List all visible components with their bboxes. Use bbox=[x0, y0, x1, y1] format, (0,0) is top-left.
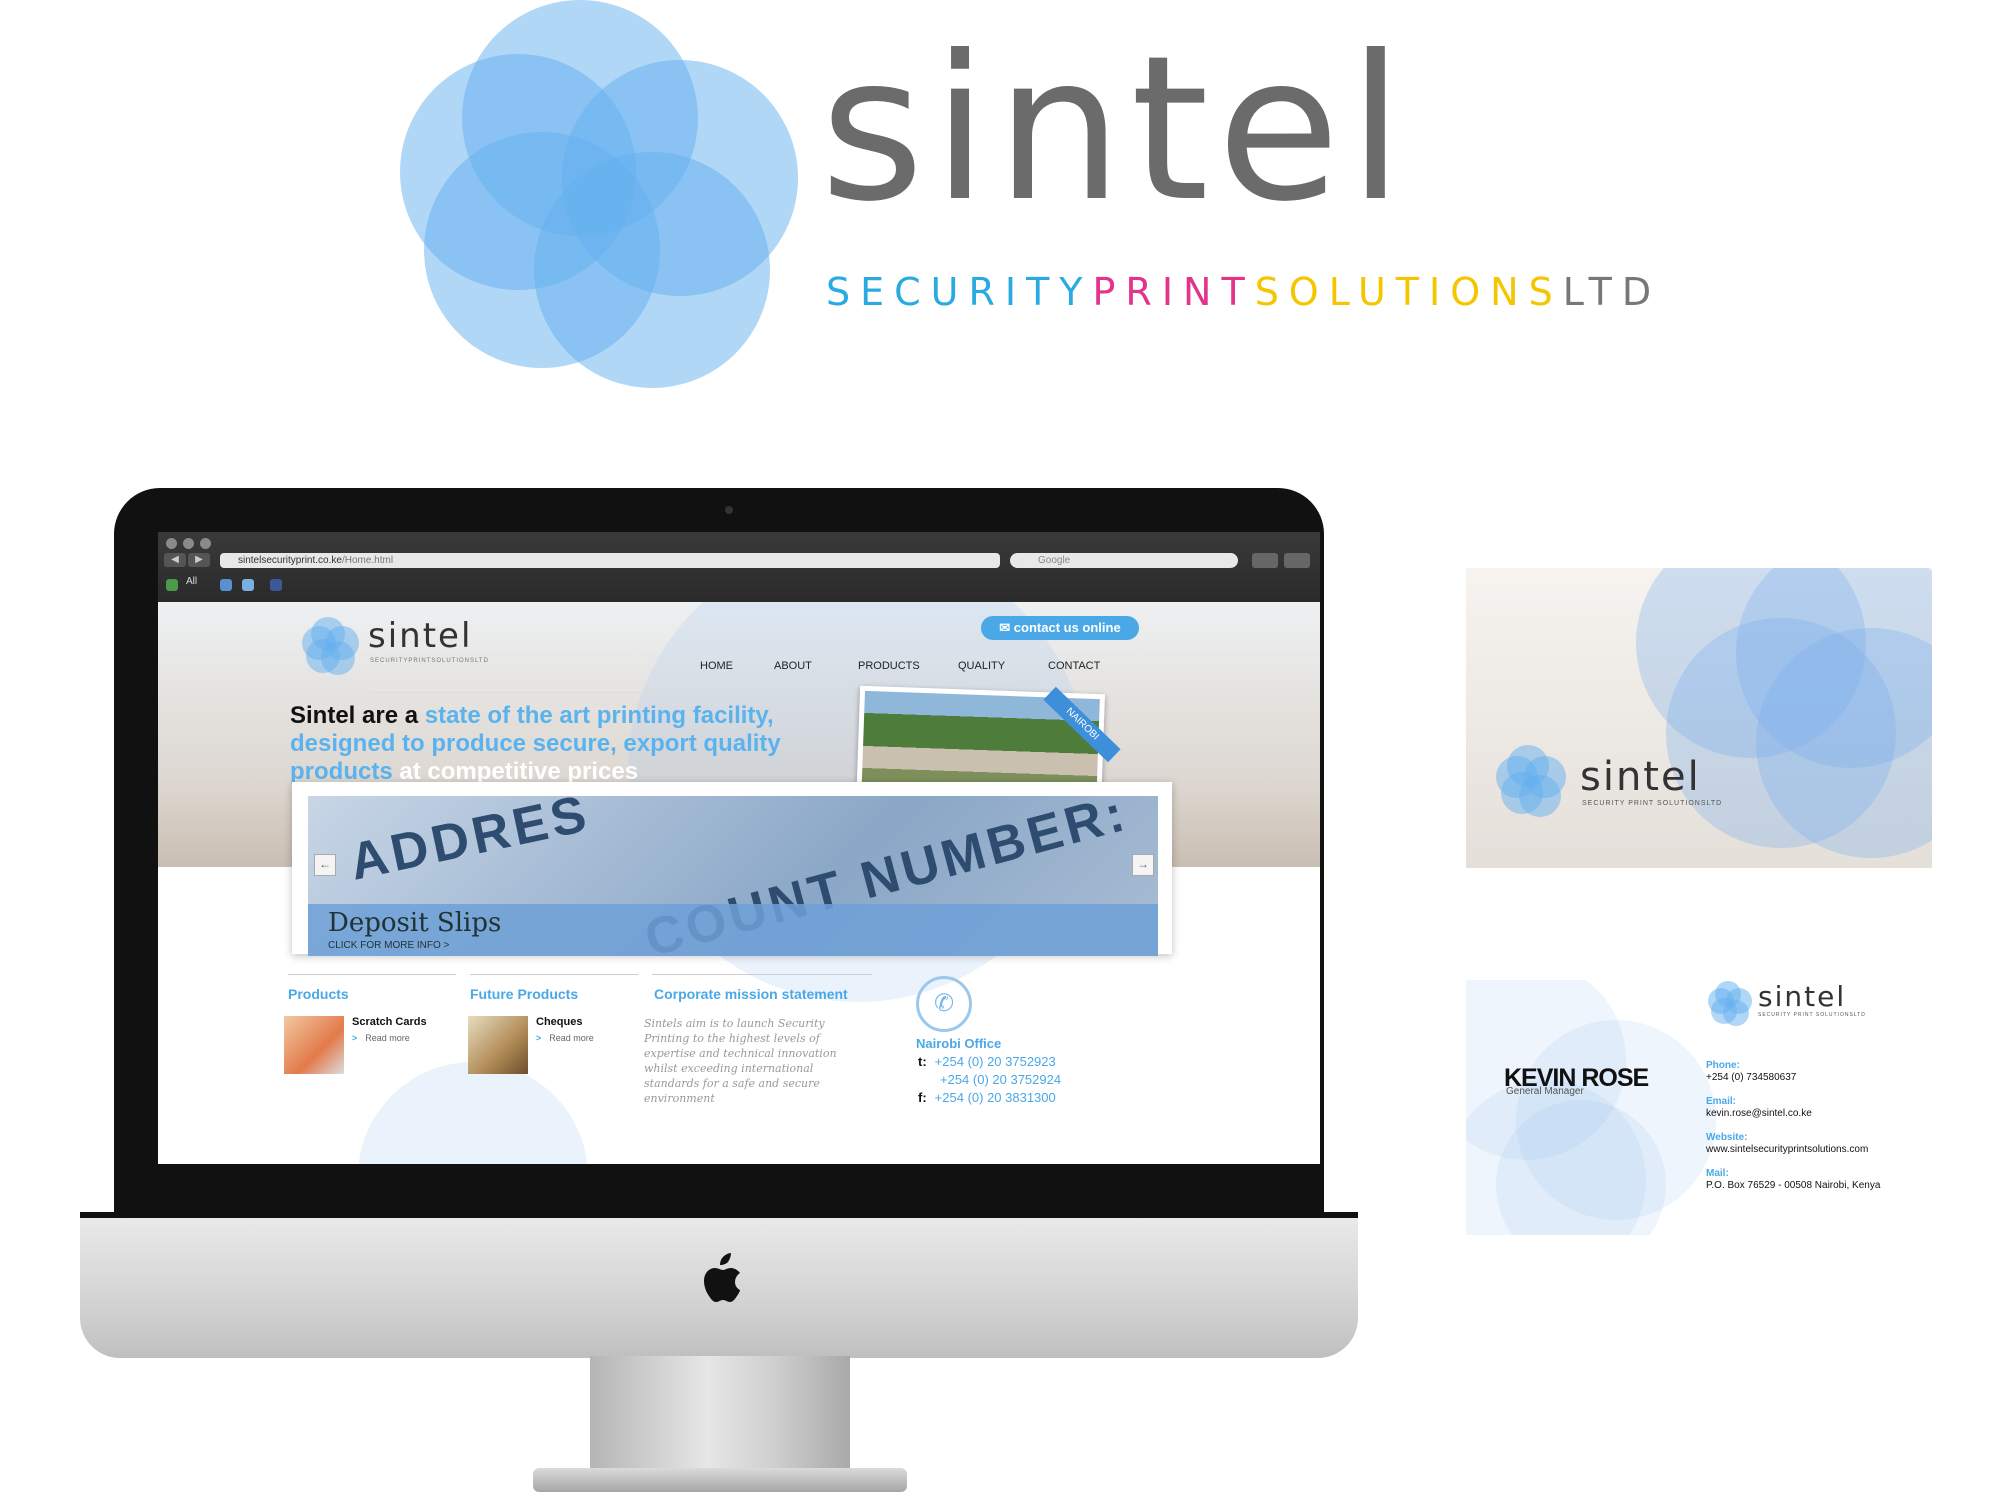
envelope-icon: ✉ bbox=[999, 620, 1014, 635]
business-card-front: sintel SECURITY PRINT SOLUTIONSLTD bbox=[1466, 568, 1932, 868]
nav-products[interactable]: PRODUCTS bbox=[858, 660, 920, 672]
imac-mockup: ◀ ▶ sintelsecurityprint.co.ke/Home.html … bbox=[78, 488, 1360, 1500]
imac-screen: ◀ ▶ sintelsecurityprint.co.ke/Home.html … bbox=[158, 532, 1320, 1164]
mission-heading: Corporate mission statement bbox=[654, 986, 848, 1002]
phone-label: t: bbox=[918, 1054, 927, 1069]
logo-tagline: SECURITYPRINTSOLUTIONSLTD bbox=[826, 270, 1661, 314]
hero-headline: Sintel are a state of the art printing f… bbox=[290, 702, 810, 786]
tagline-ltd: LTD bbox=[1562, 270, 1662, 314]
slide-bg-word: ADDRES bbox=[344, 796, 595, 892]
fax-number: +254 (0) 20 3831300 bbox=[934, 1090, 1056, 1105]
bookmark-all[interactable]: All bbox=[186, 576, 197, 587]
office-title: Nairobi Office bbox=[916, 1036, 1002, 1051]
scratch-cards-thumbnail[interactable] bbox=[284, 1016, 344, 1074]
phone-number-2: +254 (0) 20 3752924 bbox=[940, 1072, 1062, 1087]
card-back-logo-icon bbox=[1708, 981, 1752, 1026]
website-page: sintel SECURITYPRINTSOLUTIONSLTD ✉ conta… bbox=[158, 602, 1320, 1164]
url-path: /Home.html bbox=[341, 555, 394, 566]
apple-logo-icon bbox=[704, 1253, 740, 1302]
chevron-right-icon: > bbox=[536, 1033, 542, 1043]
card-website-label: Website: bbox=[1706, 1132, 1748, 1143]
phone-icon: ✆ bbox=[916, 976, 972, 1032]
card-mail: P.O. Box 76529 - 00508 Nairobi, Kenya bbox=[1706, 1180, 1881, 1191]
search-field[interactable]: Google bbox=[1010, 553, 1238, 568]
window-close-button[interactable] bbox=[166, 538, 177, 549]
bookmark-facebook-icon[interactable] bbox=[270, 579, 282, 591]
scratch-cards-title[interactable]: Scratch Cards bbox=[352, 1016, 427, 1028]
column-divider bbox=[288, 974, 456, 975]
browser-chrome: ◀ ▶ sintelsecurityprint.co.ke/Home.html … bbox=[158, 532, 1320, 602]
site-logo-icon bbox=[302, 617, 359, 675]
column-divider bbox=[470, 974, 638, 975]
bg-bubble bbox=[358, 1062, 588, 1164]
nav-home[interactable]: HOME bbox=[700, 660, 733, 672]
slide-more-link[interactable]: CLICK FOR MORE INFO > bbox=[328, 940, 449, 951]
products-heading[interactable]: Products bbox=[288, 986, 349, 1002]
card-phone-label: Phone: bbox=[1706, 1060, 1740, 1071]
back-button[interactable]: ◀ bbox=[164, 553, 186, 567]
hero-divider bbox=[370, 692, 920, 693]
camera-dot bbox=[725, 506, 733, 514]
scratch-cards-read-more[interactable]: > Read more bbox=[352, 1033, 410, 1043]
home-button[interactable] bbox=[1252, 553, 1278, 568]
hero-text-part3: at competitive prices bbox=[392, 758, 639, 785]
card-phone: +254 (0) 734580637 bbox=[1706, 1072, 1797, 1083]
card-back-tagline: SECURITY PRINT SOLUTIONSLTD bbox=[1758, 1012, 1866, 1018]
nav-about[interactable]: ABOUT bbox=[774, 660, 812, 672]
tagline-print: PRINT bbox=[1092, 270, 1255, 314]
camera-button[interactable] bbox=[1284, 553, 1310, 568]
read-more-label: Read more bbox=[365, 1033, 410, 1043]
tagline-security: SECURITY bbox=[826, 270, 1093, 314]
bookmark-globe-icon[interactable] bbox=[166, 579, 178, 591]
slider-next-button[interactable]: → bbox=[1132, 854, 1154, 876]
url-host: sintelsecurityprint.co.ke bbox=[238, 555, 342, 566]
slider-prev-button[interactable]: ← bbox=[314, 854, 336, 876]
bookmark-hand-icon[interactable] bbox=[220, 579, 232, 591]
card-mail-label: Mail: bbox=[1706, 1168, 1729, 1179]
forward-button[interactable]: ▶ bbox=[188, 553, 210, 567]
cheques-title[interactable]: Cheques bbox=[536, 1016, 582, 1028]
cheques-read-more[interactable]: > Read more bbox=[536, 1033, 594, 1043]
business-card-back: KEVIN ROSE General Manager sintel SECURI… bbox=[1466, 980, 1932, 1235]
card-back-wordmark: sintel bbox=[1758, 980, 1847, 1013]
brand-logo: sintel SECURITYPRINTSOLUTIONSLTD bbox=[380, 0, 1651, 400]
window-zoom-button[interactable] bbox=[200, 538, 211, 549]
logo-circles-icon bbox=[400, 0, 798, 388]
card-logo-icon bbox=[1496, 745, 1566, 817]
site-logo-wordmark[interactable]: sintel bbox=[368, 616, 472, 656]
phone-number-1: +254 (0) 20 3752923 bbox=[934, 1054, 1056, 1069]
card-front-wordmark: sintel bbox=[1580, 754, 1701, 800]
address-bar[interactable]: sintelsecurityprint.co.ke/Home.html bbox=[220, 553, 1000, 568]
hero-text-part1: Sintel are a bbox=[290, 702, 425, 729]
phone-line-1: t: +254 (0) 20 3752923 bbox=[918, 1054, 1056, 1069]
contact-label: contact us online bbox=[1013, 620, 1121, 635]
fax-label: f: bbox=[918, 1090, 927, 1105]
contact-us-button[interactable]: ✉ contact us online bbox=[981, 616, 1139, 640]
fax-line: f: +254 (0) 20 3831300 bbox=[918, 1090, 1056, 1105]
card-email: kevin.rose@sintel.co.ke bbox=[1706, 1108, 1812, 1119]
card-email-label: Email: bbox=[1706, 1096, 1737, 1107]
cheques-thumbnail[interactable] bbox=[468, 1016, 528, 1074]
column-divider bbox=[652, 974, 872, 975]
tagline-solutions: SOLUTIONS bbox=[1254, 270, 1563, 314]
nav-quality[interactable]: QUALITY bbox=[958, 660, 1005, 672]
read-more-label: Read more bbox=[549, 1033, 594, 1043]
slide-title: Deposit Slips bbox=[328, 908, 502, 938]
imac-stand-foot bbox=[533, 1468, 907, 1492]
nav-contact[interactable]: CONTACT bbox=[1048, 660, 1100, 672]
future-products-heading[interactable]: Future Products bbox=[470, 986, 578, 1002]
imac-bezel: ◀ ▶ sintelsecurityprint.co.ke/Home.html … bbox=[114, 488, 1324, 1224]
logo-wordmark: sintel bbox=[820, 13, 1412, 246]
chevron-right-icon: > bbox=[352, 1033, 358, 1043]
site-logo-tagline: SECURITYPRINTSOLUTIONSLTD bbox=[370, 658, 489, 664]
imac-stand-neck bbox=[590, 1356, 850, 1472]
card-person-role: General Manager bbox=[1506, 1086, 1584, 1097]
bookmark-pin-icon[interactable] bbox=[242, 579, 254, 591]
card-website: www.sintelsecurityprintsolutions.com bbox=[1706, 1144, 1869, 1155]
mission-text: Sintels aim is to launch Security Printi… bbox=[644, 1017, 837, 1105]
window-minimize-button[interactable] bbox=[183, 538, 194, 549]
card-front-tagline: SECURITY PRINT SOLUTIONSLTD bbox=[1582, 800, 1723, 807]
